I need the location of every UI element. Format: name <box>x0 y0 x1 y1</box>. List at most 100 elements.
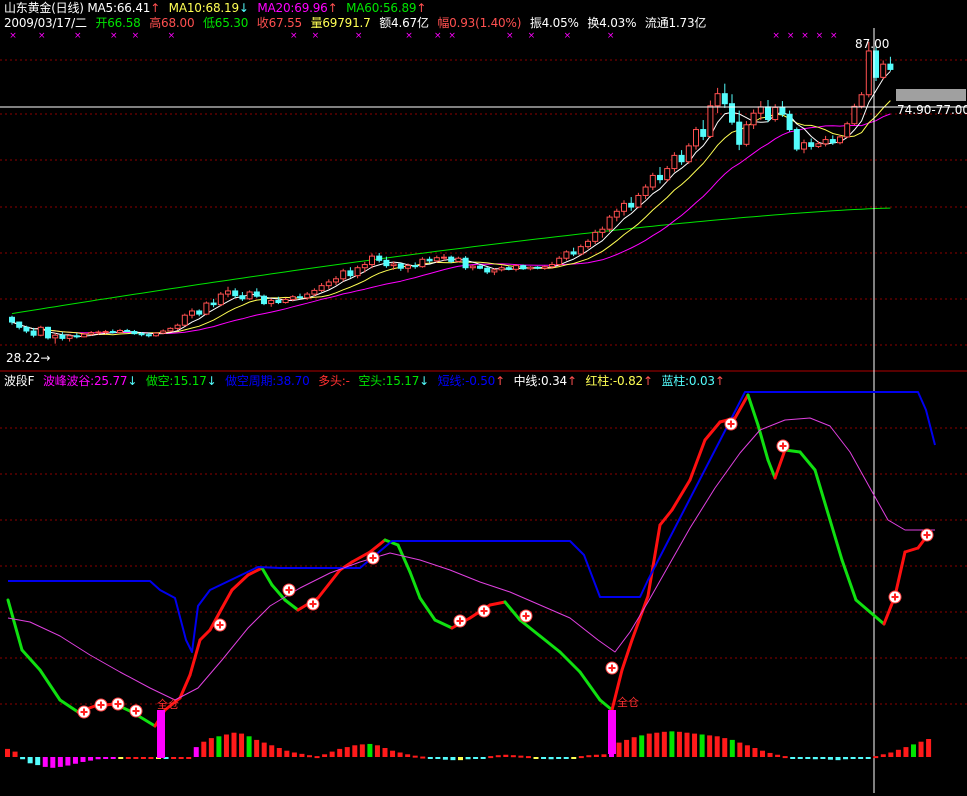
histogram-bar <box>269 745 275 757</box>
histogram-bar <box>684 732 690 757</box>
ma-legend-row: 山东黄金(日线) MA5:66.41↑ MA10:68.19↓ MA20:69.… <box>4 0 431 16</box>
candle-body <box>261 295 267 305</box>
wave-line-segment <box>658 508 674 527</box>
histogram-bar <box>790 757 796 759</box>
histogram-bar <box>744 745 750 757</box>
quote-volume: 量69791.7 <box>310 16 371 30</box>
stock-chart-window[interactable]: × × × × × × × × × × × × × × × × × × × × × 全仓 全仓 山东黄金(日线) MA5:6… <box>0 0 967 793</box>
indicator-legend-row: 波段F 波峰波谷:25.77↓ 做空:15.17↓ 做空周期:38.70 多头:… <box>4 373 730 389</box>
quote-row: 2009/03/17/二 开66.58 高68.00 低65.30 收67.55… <box>4 15 711 31</box>
candle-body <box>815 143 822 147</box>
wave-line-segment <box>558 650 582 674</box>
candle-body <box>844 123 851 138</box>
candle-body <box>81 333 87 338</box>
candle-body <box>59 334 66 339</box>
quote-turnover: 换4.03% <box>587 16 637 30</box>
candle-body <box>750 112 757 126</box>
histogram-bar <box>322 754 328 757</box>
candle-body <box>534 266 541 269</box>
histogram-bar <box>95 757 101 760</box>
histogram-bar <box>261 742 267 757</box>
short-arrow-icon: ↓ <box>206 374 217 388</box>
ma10-line <box>11 100 891 336</box>
histogram-bar <box>397 752 403 757</box>
chart-canvas[interactable]: × × × × × × × × × × × × × × × × × × × × × 全仓 全仓 <box>0 0 967 793</box>
mid-line-arrow-icon: ↑ <box>566 374 577 388</box>
histogram-bar <box>329 751 335 757</box>
histogram-bar <box>110 757 116 759</box>
candle-body <box>203 302 210 315</box>
wave-line-segment <box>518 618 542 638</box>
histogram-bar <box>178 757 184 759</box>
candle-body <box>880 63 887 78</box>
histogram-bar <box>880 754 886 757</box>
blue-bar-value: 蓝柱:0.03 <box>661 374 715 388</box>
candle-body <box>837 136 843 144</box>
candle-body <box>757 106 764 114</box>
histogram-bar <box>65 757 71 766</box>
full-position-label: 全仓 <box>617 695 639 709</box>
indicator-name: 波段F <box>4 374 35 388</box>
candle-body <box>585 240 591 248</box>
histogram-bar <box>435 757 441 759</box>
candle-body <box>16 321 23 328</box>
candle-body <box>325 281 332 287</box>
histogram-bar <box>805 757 811 759</box>
candle-body <box>491 269 498 273</box>
candle-body <box>189 310 195 316</box>
histogram-bar <box>820 757 826 759</box>
histogram-bar <box>458 757 463 761</box>
candle-body <box>599 228 606 233</box>
candle-body <box>88 332 95 335</box>
short-value: 做空:15.17 <box>145 374 207 388</box>
candle-body <box>649 174 656 188</box>
signal-mark: × <box>132 31 140 41</box>
candle-body <box>477 265 483 269</box>
histogram-bar <box>654 732 660 757</box>
candle-body <box>253 291 260 297</box>
candle-body <box>30 330 37 336</box>
candle-body <box>181 314 188 326</box>
histogram-bar <box>850 757 856 759</box>
candle-body <box>729 103 735 123</box>
histogram-bar <box>276 748 282 757</box>
histogram-bar <box>843 757 849 760</box>
histogram-bar <box>382 748 388 757</box>
wave-line-segment <box>20 648 42 672</box>
ma5-arrow-icon: ↑ <box>150 1 161 15</box>
wave-line-segment <box>220 588 234 610</box>
candle-body <box>73 335 80 338</box>
candle-body <box>153 332 159 337</box>
wave-line-segment <box>283 598 300 612</box>
histogram-bar <box>12 751 18 757</box>
wave-line-segment <box>703 420 722 442</box>
cycle-line <box>8 391 936 653</box>
histogram-bar <box>571 757 577 759</box>
candle-body <box>441 256 447 259</box>
full-position-bar <box>608 710 616 754</box>
histogram-bar <box>208 738 214 757</box>
histogram-bar <box>775 754 781 757</box>
signal-mark: × <box>528 31 536 41</box>
arrow-right-icon: → <box>40 351 51 365</box>
candle-body <box>678 154 685 163</box>
histogram-bar <box>216 736 222 757</box>
candle-body <box>405 265 411 269</box>
candle-body <box>556 257 563 266</box>
histogram-bar <box>624 739 630 757</box>
histogram-bar <box>80 757 86 762</box>
candle-body <box>484 267 491 273</box>
candle-body <box>124 329 131 333</box>
histogram-bar <box>314 756 320 759</box>
histogram-bar <box>865 757 871 759</box>
candle-body <box>577 246 584 255</box>
histogram-bar <box>450 757 456 761</box>
signal-mark: × <box>506 31 514 41</box>
candle-body <box>635 194 642 208</box>
histogram-bar <box>586 755 592 758</box>
ma10-arrow-icon: ↓ <box>238 1 249 15</box>
histogram-bar <box>699 734 705 757</box>
candle-body <box>455 257 462 262</box>
candle-body <box>412 265 419 268</box>
wave-line-segment <box>598 698 614 712</box>
